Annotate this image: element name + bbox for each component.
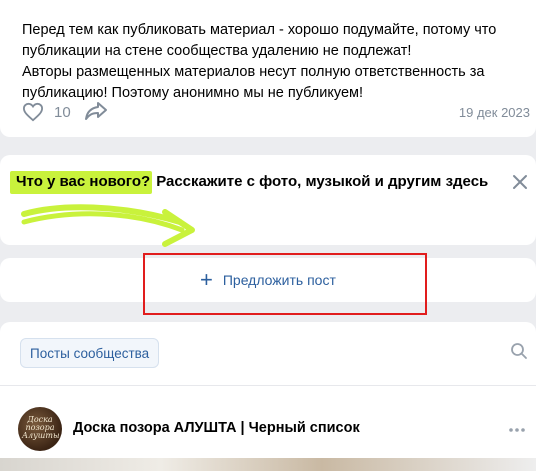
divider: [0, 385, 536, 386]
annotation-arrow: [21, 204, 195, 247]
new-post-hint: Расскажите с фото, музыкой и другим здес…: [156, 173, 489, 190]
heart-icon: [22, 102, 44, 122]
post-image-preview: [0, 458, 536, 471]
post-text-line: Авторы размещенных материалов несут полн…: [22, 64, 485, 80]
group-name[interactable]: Доска позора АЛУШТА | Черный список: [73, 420, 360, 436]
post-text-line: публикации на стене сообщества удалению …: [22, 43, 412, 59]
share-button[interactable]: [84, 100, 108, 127]
avatar[interactable]: Доска позора Алушты: [18, 407, 62, 451]
highlight-frame: [143, 253, 427, 315]
post-date: 19 дек 2023: [458, 105, 530, 120]
tab-community-posts[interactable]: Посты сообщества: [20, 338, 160, 368]
new-post-question: Что у вас нового?: [16, 173, 151, 190]
like-button[interactable]: 10: [22, 102, 71, 122]
more-icon[interactable]: [508, 421, 526, 439]
like-count: 10: [54, 103, 71, 121]
avatar-text: Доска позора Алушты: [22, 415, 60, 440]
post-text-line: Перед тем как публиковать материал - хор…: [22, 22, 497, 38]
share-icon: [85, 102, 107, 120]
search-icon[interactable]: [510, 342, 528, 360]
post-text: Перед тем как публиковать материал - хор…: [22, 20, 522, 104]
close-icon[interactable]: [512, 174, 528, 190]
new-post-prompt[interactable]: Что у вас нового? Расскажите с фото, музы…: [16, 173, 488, 190]
